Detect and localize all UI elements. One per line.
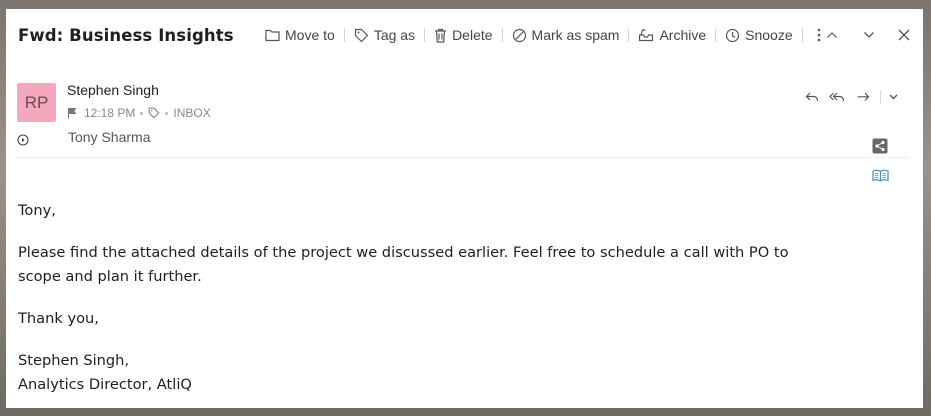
email-meta: 12:18 PM INBOX xyxy=(67,105,211,121)
clock-icon xyxy=(726,28,740,42)
book-icon xyxy=(872,169,889,182)
avatar-initials: RP xyxy=(24,92,49,112)
action-bar: Move to Tag as Delete Mark as spam Archi… xyxy=(265,24,826,46)
next-email-button[interactable] xyxy=(861,24,877,46)
body-paragraph-line: Please find the attached details of the … xyxy=(18,244,789,261)
reply-icon xyxy=(805,92,819,102)
trash-icon xyxy=(435,28,447,43)
reader-view-button[interactable] xyxy=(872,169,889,182)
email-toolbar: Fwd: Business Insights Move to Tag as De… xyxy=(6,9,923,61)
expand-recipients-button[interactable] xyxy=(17,133,29,151)
flag-button[interactable] xyxy=(67,107,77,119)
reply-all-button[interactable] xyxy=(829,91,846,103)
delete-button[interactable]: Delete xyxy=(434,27,493,43)
share-icon xyxy=(872,138,888,154)
reply-actions-divider xyxy=(880,90,881,104)
chevron-up-icon xyxy=(827,32,837,38)
previous-email-button[interactable] xyxy=(824,24,840,46)
body-paragraph: Please find the attached details of the … xyxy=(18,241,858,289)
archive-label: Archive xyxy=(659,27,707,43)
email-time: 12:18 PM xyxy=(84,106,136,120)
archive-button[interactable]: Archive xyxy=(638,27,706,43)
forward-icon xyxy=(857,92,870,101)
move-to-label: Move to xyxy=(285,27,335,43)
toolbar-divider xyxy=(715,28,717,42)
archive-icon xyxy=(639,29,654,42)
body-closing: Thank you, xyxy=(18,310,99,327)
sender-name[interactable]: Stephen Singh xyxy=(67,82,159,98)
folder-icon xyxy=(265,29,280,42)
reply-actions xyxy=(805,88,898,106)
body-paragraph-line: scope and plan it further. xyxy=(18,268,202,285)
folder-label[interactable]: INBOX xyxy=(173,106,210,120)
mark-as-spam-button[interactable]: Mark as spam xyxy=(512,27,620,43)
reply-all-icon xyxy=(829,92,845,102)
recipient-name[interactable]: Tony Sharma xyxy=(68,129,150,145)
email-body: Tony, Please find the attached details o… xyxy=(18,199,858,415)
toolbar-divider xyxy=(343,28,345,42)
close-icon xyxy=(898,29,910,41)
email-subject: Fwd: Business Insights xyxy=(18,26,234,45)
more-vertical-icon xyxy=(817,28,820,42)
signature-name: Stephen Singh, xyxy=(18,352,130,369)
tag-icon xyxy=(354,28,368,42)
more-reply-options-button[interactable] xyxy=(889,94,898,100)
body-greeting: Tony, xyxy=(18,202,56,219)
mark-as-spam-label: Mark as spam xyxy=(531,27,620,43)
header-divider xyxy=(17,157,909,158)
snooze-button[interactable]: Snooze xyxy=(725,27,793,43)
meta-separator xyxy=(140,111,144,115)
meta-separator xyxy=(165,111,169,115)
reply-button[interactable] xyxy=(805,91,819,103)
tag-as-label: Tag as xyxy=(373,27,416,43)
delete-label: Delete xyxy=(452,27,493,43)
close-email-button[interactable] xyxy=(896,24,912,46)
chevron-down-icon xyxy=(889,94,898,100)
move-to-button[interactable]: Move to xyxy=(265,27,335,43)
block-icon xyxy=(512,28,526,42)
toolbar-divider xyxy=(501,28,503,42)
body-signature: Stephen Singh, Analytics Director, AtliQ xyxy=(18,349,858,397)
snooze-label: Snooze xyxy=(745,27,793,43)
tag-as-button[interactable]: Tag as xyxy=(354,27,415,43)
forward-button[interactable] xyxy=(856,91,870,103)
flag-icon xyxy=(68,108,77,119)
sender-avatar[interactable]: RP xyxy=(17,83,56,122)
play-circle-icon xyxy=(17,134,29,146)
toolbar-divider xyxy=(628,28,630,42)
share-button[interactable] xyxy=(872,138,888,154)
toolbar-divider xyxy=(424,28,426,42)
signature-title: Analytics Director, AtliQ xyxy=(18,376,192,393)
chevron-down-icon xyxy=(864,32,874,38)
email-window: Fwd: Business Insights Move to Tag as De… xyxy=(6,9,923,408)
tag-icon xyxy=(149,107,160,119)
tag-button[interactable] xyxy=(148,107,160,119)
toolbar-divider xyxy=(801,28,803,42)
